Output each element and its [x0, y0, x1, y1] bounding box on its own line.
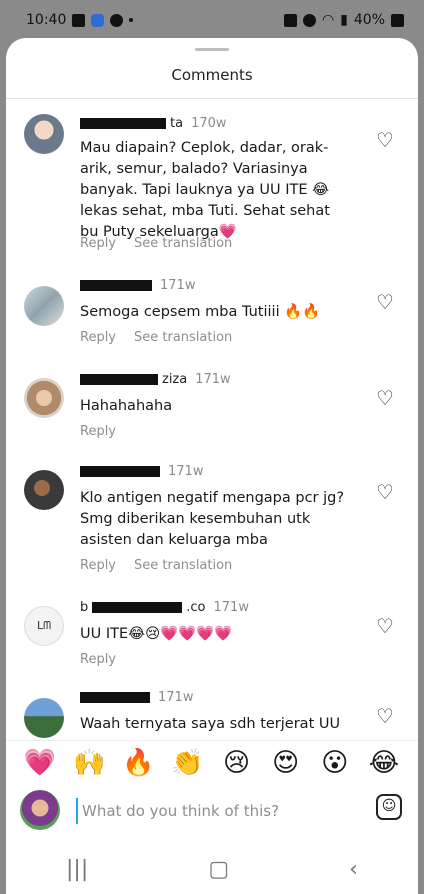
- comment-actions: Reply: [80, 652, 116, 667]
- username[interactable]: 171w: [80, 690, 193, 705]
- see-translation-button[interactable]: See translation: [134, 558, 232, 573]
- avatar[interactable]: ᒪᗰ: [24, 606, 64, 646]
- recent-apps-icon[interactable]: |||: [66, 857, 88, 882]
- like-heart-icon[interactable]: ♡: [376, 482, 396, 502]
- comment-time: 170w: [191, 116, 227, 131]
- heart-eyes-emoji-button[interactable]: 😍: [266, 748, 306, 778]
- avatar[interactable]: [24, 286, 64, 326]
- comment-text: Mau diapain? Ceplok, dadar, orak-arik, s…: [80, 140, 330, 240]
- lock-icon: [283, 13, 297, 27]
- redacted-username: [92, 602, 183, 613]
- avatar[interactable]: [24, 470, 64, 510]
- redacted-username: [80, 692, 150, 703]
- alarm-icon: [302, 13, 316, 27]
- comment-text: Klo antigen negatif mengapa pcr jg? Smg …: [80, 490, 345, 548]
- avatar[interactable]: [24, 698, 64, 738]
- fire-emoji-button[interactable]: 🔥: [118, 748, 158, 778]
- raised-hands-emoji-button[interactable]: 🙌: [69, 748, 109, 778]
- divider: [6, 98, 418, 99]
- comment-text: Hahahahaha: [80, 398, 173, 414]
- comment-text: Semoga cepsem mba Tutiiii 🔥🔥: [80, 304, 321, 320]
- quick-reaction-bar: 💗 🙌 🔥 👏 😢 😍 😮 😂: [6, 740, 418, 784]
- account-icon: [110, 13, 124, 27]
- reply-button[interactable]: Reply: [80, 330, 116, 345]
- system-nav-bar: ||| ▢ ‹: [6, 844, 418, 894]
- like-heart-icon[interactable]: ♡: [376, 616, 396, 636]
- comments-sheet: Comments ta 170w Mau diapain? Ceplok, da…: [6, 38, 418, 894]
- comment-input[interactable]: [76, 798, 374, 824]
- like-heart-icon[interactable]: ♡: [376, 292, 396, 312]
- redacted-username: [80, 280, 152, 291]
- like-heart-icon[interactable]: ♡: [376, 388, 396, 408]
- avatar[interactable]: [24, 114, 64, 154]
- sticker-icon[interactable]: ☺: [376, 794, 402, 820]
- battery-icon: [391, 13, 404, 27]
- battery-percent: 40%: [353, 12, 385, 28]
- signal-icon: ▮: [340, 12, 348, 28]
- username[interactable]: 171w: [80, 464, 203, 479]
- back-icon[interactable]: ‹: [349, 857, 358, 882]
- comment-text: UU ITE😂😢💗💗💗💗: [80, 626, 233, 642]
- reply-button[interactable]: Reply: [80, 558, 116, 573]
- redacted-username: [80, 118, 166, 129]
- reply-button[interactable]: Reply: [80, 652, 116, 667]
- username[interactable]: 171w: [80, 278, 195, 293]
- username[interactable]: b .co 171w: [80, 600, 249, 615]
- home-icon[interactable]: ▢: [208, 857, 229, 882]
- comment-actions: Reply See translation: [80, 236, 232, 251]
- clock: 10:40: [26, 12, 67, 28]
- laughing-emoji-button[interactable]: 😂: [364, 748, 404, 778]
- comment-actions: Reply See translation: [80, 330, 232, 345]
- pink-heart-emoji-button[interactable]: 💗: [20, 748, 60, 778]
- username[interactable]: ziza 171w: [80, 372, 231, 387]
- drag-handle[interactable]: [195, 48, 229, 51]
- sheet-title: Comments: [171, 66, 253, 84]
- comment-list[interactable]: ta 170w Mau diapain? Ceplok, dadar, orak…: [6, 100, 418, 740]
- comment-time: 171w: [158, 690, 194, 705]
- wifi-icon: ◠: [321, 12, 335, 28]
- redacted-username: [80, 374, 158, 385]
- comment-actions: Reply: [80, 424, 116, 439]
- like-heart-icon[interactable]: ♡: [376, 706, 396, 726]
- comment-text: Waah ternyata saya sdh terjerat UU: [80, 716, 341, 732]
- username[interactable]: ta 170w: [80, 116, 227, 131]
- notification-icon: [72, 13, 86, 27]
- comment-time: 171w: [213, 600, 249, 615]
- comment-time: 171w: [168, 464, 204, 479]
- my-avatar: [20, 790, 60, 830]
- like-heart-icon[interactable]: ♡: [376, 130, 396, 150]
- more-notifications-icon: [129, 18, 134, 22]
- status-bar: 10:40 ◠ ▮ 40%: [0, 0, 424, 40]
- reply-button[interactable]: Reply: [80, 424, 116, 439]
- see-translation-button[interactable]: See translation: [134, 236, 232, 251]
- comment-time: 171w: [160, 278, 196, 293]
- comment-time: 171w: [195, 372, 231, 387]
- comment-composer: ☺: [6, 786, 418, 836]
- crying-emoji-button[interactable]: 😢: [217, 748, 257, 778]
- comment-actions: Reply See translation: [80, 558, 232, 573]
- reply-button[interactable]: Reply: [80, 236, 116, 251]
- app-notification-icon: [91, 13, 105, 27]
- avatar[interactable]: [24, 378, 64, 418]
- see-translation-button[interactable]: See translation: [134, 330, 232, 345]
- clap-emoji-button[interactable]: 👏: [167, 748, 207, 778]
- surprised-emoji-button[interactable]: 😮: [315, 748, 355, 778]
- redacted-username: [80, 466, 160, 477]
